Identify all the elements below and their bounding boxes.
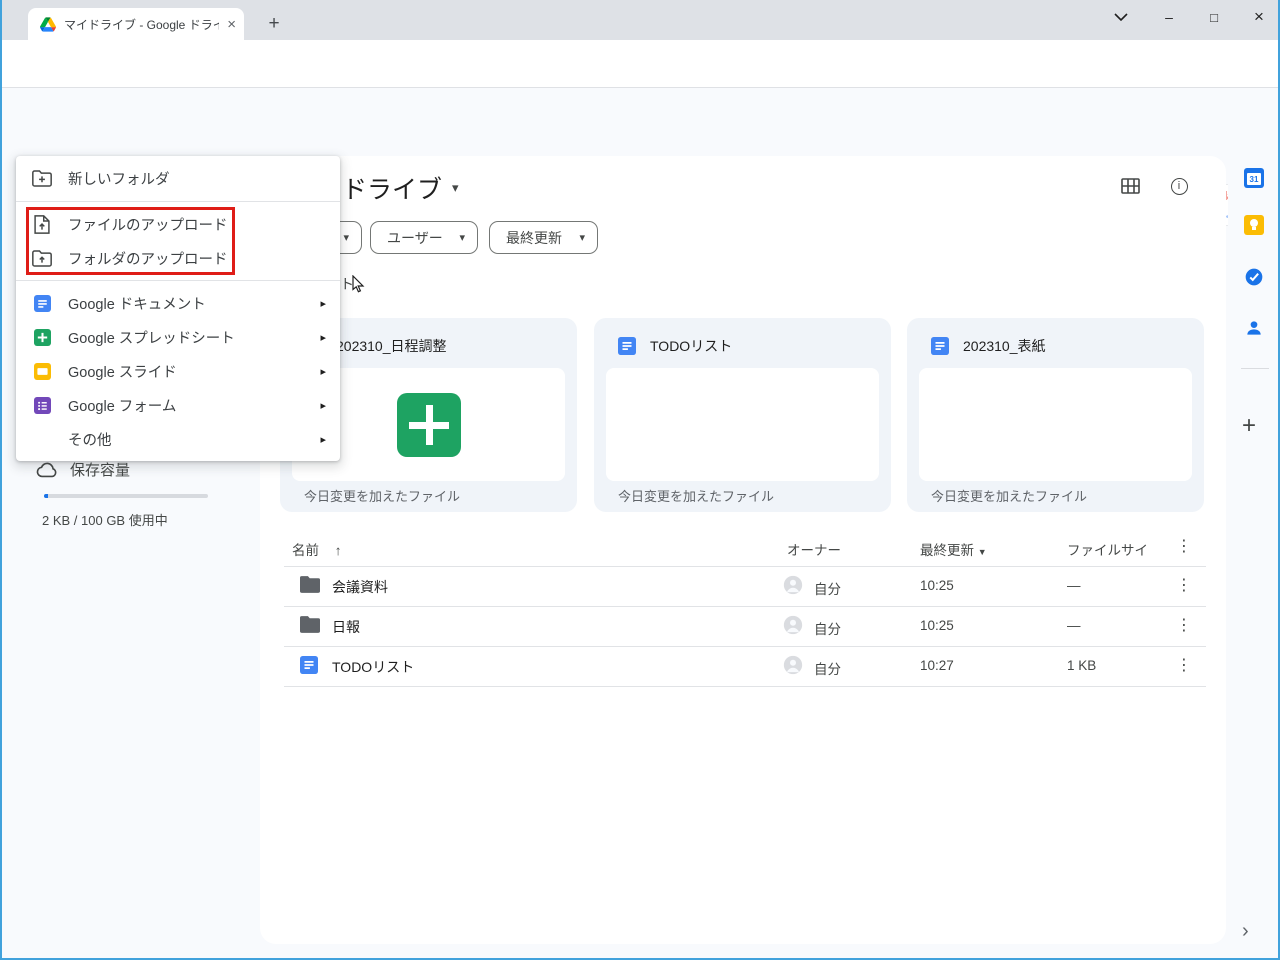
row-menu-icon[interactable]: ⋮ bbox=[1176, 575, 1192, 595]
google-side-panel: 31 + bbox=[1228, 146, 1278, 958]
hide-side-panel-icon[interactable]: › bbox=[1242, 920, 1249, 943]
docs-icon bbox=[618, 337, 636, 355]
submenu-arrow-icon: ▸ bbox=[320, 433, 326, 446]
submenu-arrow-icon: ▸ bbox=[320, 297, 326, 310]
get-addons-icon[interactable]: + bbox=[1242, 412, 1256, 440]
tab-title: マイドライブ - Google ドライブ bbox=[64, 17, 219, 32]
row-menu-icon[interactable]: ⋮ bbox=[1176, 615, 1192, 635]
drive-favicon bbox=[40, 16, 56, 32]
owner-avatar bbox=[783, 575, 803, 595]
sheets-logo-large bbox=[396, 392, 461, 457]
tab-search-icon[interactable] bbox=[1106, 0, 1136, 34]
storage-progress-bar bbox=[44, 494, 208, 498]
chevron-down-icon: ▾ bbox=[459, 232, 465, 244]
card-file-name: TODOリスト bbox=[650, 338, 733, 354]
owner-avatar bbox=[783, 655, 803, 675]
minimize-button[interactable]: – bbox=[1154, 0, 1184, 34]
file-size: 1 KB bbox=[1067, 658, 1097, 673]
panel-divider bbox=[1241, 368, 1269, 369]
close-button[interactable]: × bbox=[1244, 0, 1274, 34]
table-row[interactable]: TODOリスト 自分 10:27 1 KB ⋮ bbox=[260, 646, 1226, 687]
row-menu-icon[interactable]: ⋮ bbox=[1176, 655, 1192, 675]
forms-icon bbox=[32, 396, 52, 414]
column-owner[interactable]: オーナー bbox=[787, 539, 841, 559]
file-name: 日報 bbox=[332, 619, 360, 635]
tab-close-icon[interactable]: × bbox=[227, 17, 236, 32]
browser-tab[interactable]: マイドライブ - Google ドライブ × bbox=[28, 8, 244, 40]
maximize-button[interactable]: □ bbox=[1199, 0, 1229, 34]
owner-label: 自分 bbox=[814, 622, 841, 637]
sort-descending-icon: ▼ bbox=[977, 547, 987, 557]
mouse-cursor bbox=[352, 275, 365, 293]
table-row[interactable]: 会議資料 自分 10:25 — ⋮ bbox=[260, 566, 1226, 607]
file-name: TODOリスト bbox=[332, 659, 415, 675]
menu-item-google-sheets[interactable]: Google スプレッドシート ▸ bbox=[16, 320, 340, 354]
menu-item-new-folder[interactable]: 新しいフォルダ bbox=[16, 156, 340, 201]
sort-ascending-icon: ↑ bbox=[334, 543, 342, 558]
submenu-arrow-icon: ▸ bbox=[320, 399, 326, 412]
card-reason: 今日変更を加えたファイル bbox=[618, 489, 775, 504]
keep-icon[interactable] bbox=[1243, 214, 1265, 236]
browser-toolbar: ← → ↻ drive.google.com/drive/my-drive ☆ … bbox=[2, 40, 1278, 119]
annotation-highlight-box bbox=[26, 207, 235, 275]
file-size: — bbox=[1067, 618, 1081, 633]
submenu-arrow-icon: ▸ bbox=[320, 331, 326, 344]
modified-time: 10:27 bbox=[920, 658, 954, 673]
filter-chip-user[interactable]: ユーザー ▾ bbox=[370, 221, 478, 254]
menu-item-google-forms[interactable]: Google フォーム ▸ bbox=[16, 388, 340, 422]
columns-menu-icon[interactable]: ⋮ bbox=[1176, 536, 1192, 556]
chevron-down-icon: ▾ bbox=[579, 232, 585, 244]
storage-usage-text: 2 KB / 100 GB 使用中 bbox=[42, 513, 168, 528]
cloud-icon bbox=[36, 462, 57, 477]
card-preview bbox=[919, 368, 1192, 481]
file-name: 会議資料 bbox=[332, 579, 388, 595]
column-size[interactable]: ファイルサイ bbox=[1067, 539, 1148, 559]
suggested-card[interactable]: 202310_表紙 今日変更を加えたファイル bbox=[907, 318, 1204, 512]
tasks-icon[interactable] bbox=[1243, 266, 1265, 288]
contacts-icon[interactable] bbox=[1243, 317, 1265, 339]
card-preview bbox=[606, 368, 879, 481]
menu-item-google-docs[interactable]: Google ドキュメント ▸ bbox=[16, 286, 340, 320]
title-caret-icon: ▾ bbox=[452, 180, 459, 195]
owner-label: 自分 bbox=[814, 662, 841, 677]
owner-label: 自分 bbox=[814, 582, 841, 597]
filter-chip-modified[interactable]: 最終更新 ▾ bbox=[489, 221, 598, 254]
menu-item-more[interactable]: その他 ▸ bbox=[16, 422, 340, 456]
calendar-icon[interactable]: 31 bbox=[1243, 167, 1265, 189]
drive-header: ドライブ ? ⚙ ECCS Cloud bbox=[2, 88, 1278, 227]
docs-icon bbox=[931, 337, 949, 355]
main-content: マイドライブ ▾ i 種類 ▾ ユーザー ▾ 最終更新 ▾ 候補リスト bbox=[260, 156, 1226, 944]
card-reason: 今日変更を加えたファイル bbox=[304, 489, 461, 504]
chevron-down-icon: ▾ bbox=[343, 232, 349, 244]
slides-icon bbox=[32, 362, 52, 380]
info-icon[interactable]: i bbox=[1168, 175, 1190, 197]
docs-icon bbox=[32, 294, 52, 312]
modified-time: 10:25 bbox=[920, 578, 954, 593]
docs-icon bbox=[300, 656, 318, 674]
card-file-name: 202310_日程調整 bbox=[336, 338, 447, 354]
folder-icon bbox=[300, 576, 320, 593]
new-tab-button[interactable]: + bbox=[262, 12, 286, 36]
grid-view-icon[interactable] bbox=[1119, 175, 1141, 197]
owner-avatar bbox=[783, 615, 803, 635]
column-name[interactable]: 名前 ↑ bbox=[292, 539, 342, 559]
file-size: — bbox=[1067, 578, 1081, 593]
menu-item-google-slides[interactable]: Google スライド ▸ bbox=[16, 354, 340, 388]
submenu-arrow-icon: ▸ bbox=[320, 365, 326, 378]
card-file-name: 202310_表紙 bbox=[963, 338, 1046, 354]
tab-strip: マイドライブ - Google ドライブ × + – □ × bbox=[2, 0, 1278, 40]
storage-item[interactable]: 保存容量 bbox=[36, 459, 130, 480]
folder-icon bbox=[300, 616, 320, 633]
sheets-icon bbox=[32, 328, 52, 346]
suggested-card[interactable]: TODOリスト 今日変更を加えたファイル bbox=[594, 318, 891, 512]
card-reason: 今日変更を加えたファイル bbox=[931, 489, 1088, 504]
folder-plus-icon bbox=[32, 170, 52, 187]
new-menu: 新しいフォルダ ファイルのアップロード フォルダのアップロード Google ド… bbox=[16, 156, 340, 461]
browser-window: マイドライブ - Google ドライブ × + – □ × ← → ↻ dri… bbox=[0, 0, 1280, 960]
column-modified[interactable]: 最終更新 ▼ bbox=[920, 539, 987, 559]
modified-time: 10:25 bbox=[920, 618, 954, 633]
table-row[interactable]: 日報 自分 10:25 — ⋮ bbox=[260, 606, 1226, 647]
storage-label: 保存容量 bbox=[70, 462, 131, 479]
